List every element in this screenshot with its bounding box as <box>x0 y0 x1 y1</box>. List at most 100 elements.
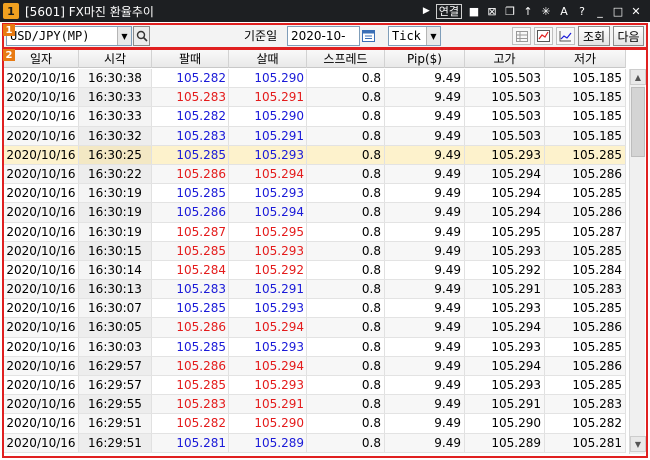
cell-time: 16:30:13 <box>79 280 152 299</box>
header-date[interactable]: 일자 <box>4 50 79 68</box>
table-row[interactable]: 2020/10/16 16:30:19 105.287 105.295 0.8 9.49 1… <box>4 222 626 242</box>
cell-pip: 9.49 <box>385 203 465 222</box>
next-button[interactable]: 다음 <box>613 26 644 46</box>
header-time[interactable]: 시각 <box>79 50 152 68</box>
table-row[interactable]: 2020/10/16 16:30:14 105.284 105.292 0.8 9.49 1… <box>4 260 626 281</box>
cell-pip: 9.49 <box>385 69 465 88</box>
cell-spread: 0.8 <box>307 280 385 299</box>
interval-select[interactable]: Tick ▼ <box>388 26 441 46</box>
cell-low: 105.285 <box>545 299 626 318</box>
cell-date: 2020/10/16 <box>4 222 79 241</box>
calendar-button[interactable] <box>361 27 376 44</box>
chevron-down-icon[interactable]: ▼ <box>426 27 440 45</box>
table-row[interactable]: 2020/10/16 16:29:57 105.286 105.294 0.8 9.49 1… <box>4 356 626 376</box>
cell-high: 105.294 <box>465 356 545 375</box>
cell-low: 105.284 <box>545 260 626 280</box>
scroll-down-icon[interactable]: ▼ <box>630 436 646 452</box>
vertical-scrollbar[interactable]: ▲ ▼ <box>629 69 646 454</box>
cell-spread: 0.8 <box>307 376 385 395</box>
table-row[interactable]: 2020/10/16 16:30:15 105.285 105.293 0.8 9.49 1… <box>4 241 626 261</box>
cell-spread: 0.8 <box>307 164 385 184</box>
cell-pip: 9.49 <box>385 164 465 184</box>
query-button[interactable]: 조회 <box>578 26 610 46</box>
chart-view-button[interactable] <box>534 27 553 45</box>
header-pip[interactable]: Pip($) <box>385 50 465 68</box>
table-row[interactable]: 2020/10/16 16:30:33 105.282 105.290 0.8 9.49 1… <box>4 107 626 127</box>
cell-time: 16:30:07 <box>79 299 152 318</box>
cell-buy: 105.293 <box>229 299 307 318</box>
grid-body: 2020/10/16 16:30:38 105.282 105.290 0.8 9.49 1… <box>4 69 626 453</box>
cell-time: 16:29:57 <box>79 356 152 375</box>
cell-low: 105.185 <box>545 69 626 88</box>
chart-view-icon <box>537 30 550 42</box>
help-icon[interactable]: ? <box>576 5 588 18</box>
font-icon[interactable]: A <box>558 5 570 18</box>
settings-icon[interactable]: ✳ <box>540 5 552 18</box>
cell-buy: 105.294 <box>229 164 307 184</box>
line-chart-button[interactable] <box>556 27 575 45</box>
cell-time: 16:29:57 <box>79 376 152 395</box>
table-row[interactable]: 2020/10/16 16:29:51 105.281 105.289 0.8 9.49 1… <box>4 433 626 453</box>
pin-icon[interactable]: ↑ <box>522 5 534 18</box>
close-box-icon[interactable]: ⊠ <box>486 5 498 18</box>
table-row[interactable]: 2020/10/16 16:30:33 105.283 105.291 0.8 9.49 1… <box>4 88 626 108</box>
table-row[interactable]: 2020/10/16 16:30:22 105.286 105.294 0.8 9.49 1… <box>4 164 626 185</box>
table-row[interactable]: 2020/10/16 16:29:51 105.282 105.290 0.8 9.49 1… <box>4 414 626 434</box>
table-row[interactable]: 2020/10/16 16:29:55 105.283 105.291 0.8 9.49 1… <box>4 395 626 415</box>
cell-spread: 0.8 <box>307 395 385 414</box>
header-high[interactable]: 고가 <box>465 50 545 68</box>
table-row[interactable]: 2020/10/16 16:30:07 105.285 105.293 0.8 9.49 1… <box>4 299 626 319</box>
table-row[interactable]: 2020/10/16 16:30:32 105.283 105.291 0.8 9.49 1… <box>4 126 626 146</box>
chevron-down-icon[interactable]: ▼ <box>117 27 131 45</box>
cell-buy: 105.293 <box>229 241 307 260</box>
cell-sell: 105.282 <box>152 69 229 88</box>
table-row[interactable]: 2020/10/16 16:30:03 105.285 105.293 0.8 9.49 1… <box>4 337 626 357</box>
table-row[interactable]: 2020/10/16 16:30:19 105.285 105.293 0.8 9.49 1… <box>4 184 626 204</box>
cell-date: 2020/10/16 <box>4 203 79 222</box>
header-low[interactable]: 저가 <box>545 50 626 68</box>
date-input[interactable]: 2020-10-16 <box>287 26 360 61</box>
header-sell[interactable]: 팔때 <box>152 50 229 68</box>
table-row[interactable]: 2020/10/16 16:30:05 105.286 105.294 0.8 9.49 1… <box>4 318 626 338</box>
cell-spread: 0.8 <box>307 433 385 452</box>
cell-spread: 0.8 <box>307 414 385 433</box>
minimize-icon[interactable]: _ <box>594 5 606 18</box>
symbol-value: USD/JPY(MP) <box>10 29 90 43</box>
cell-sell: 105.285 <box>152 184 229 203</box>
cell-high: 105.295 <box>465 222 545 241</box>
table-row[interactable]: 2020/10/16 16:29:57 105.285 105.293 0.8 9.49 1… <box>4 376 626 396</box>
cell-buy: 105.290 <box>229 107 307 126</box>
cell-sell: 105.283 <box>152 280 229 299</box>
scroll-up-icon[interactable]: ▲ <box>630 69 646 85</box>
cell-low: 105.283 <box>545 395 626 414</box>
cell-high: 105.293 <box>465 376 545 395</box>
header-buy[interactable]: 살때 <box>229 50 307 68</box>
close-icon[interactable]: ✕ <box>630 5 642 18</box>
cell-low: 105.285 <box>545 337 626 356</box>
cell-sell: 105.286 <box>152 203 229 222</box>
symbol-combo[interactable]: USD/JPY(MP) ▼ <box>6 26 132 46</box>
copy-icon[interactable]: ❐ <box>504 5 516 18</box>
link-button[interactable]: 연결 <box>435 3 462 19</box>
table-view-button[interactable] <box>512 27 531 45</box>
table-row[interactable]: 2020/10/16 16:30:13 105.283 105.291 0.8 9.49 1… <box>4 280 626 300</box>
cell-sell: 105.286 <box>152 164 229 184</box>
cell-pip: 9.49 <box>385 376 465 395</box>
scroll-thumb[interactable] <box>631 87 645 157</box>
cell-spread: 0.8 <box>307 299 385 318</box>
cell-high: 105.293 <box>465 145 545 164</box>
cell-sell: 105.285 <box>152 145 229 164</box>
arrow-right-icon[interactable]: ▶ <box>423 6 430 16</box>
cell-buy: 105.291 <box>229 395 307 414</box>
cell-pip: 9.49 <box>385 184 465 203</box>
cell-time: 16:30:22 <box>79 164 152 184</box>
table-row[interactable]: 2020/10/16 16:30:25 105.285 105.293 0.8 9.49 1… <box>4 145 626 165</box>
cell-buy: 105.291 <box>229 88 307 107</box>
maximize-icon[interactable]: □ <box>612 5 624 18</box>
cell-buy: 105.292 <box>229 260 307 280</box>
table-row[interactable]: 2020/10/16 16:30:38 105.282 105.290 0.8 9.49 1… <box>4 69 626 89</box>
header-spread[interactable]: 스프레드 <box>307 50 385 68</box>
search-button[interactable] <box>133 26 150 46</box>
table-row[interactable]: 2020/10/16 16:30:19 105.286 105.294 0.8 9.49 1… <box>4 203 626 223</box>
lock-icon[interactable]: ■ <box>468 5 480 18</box>
